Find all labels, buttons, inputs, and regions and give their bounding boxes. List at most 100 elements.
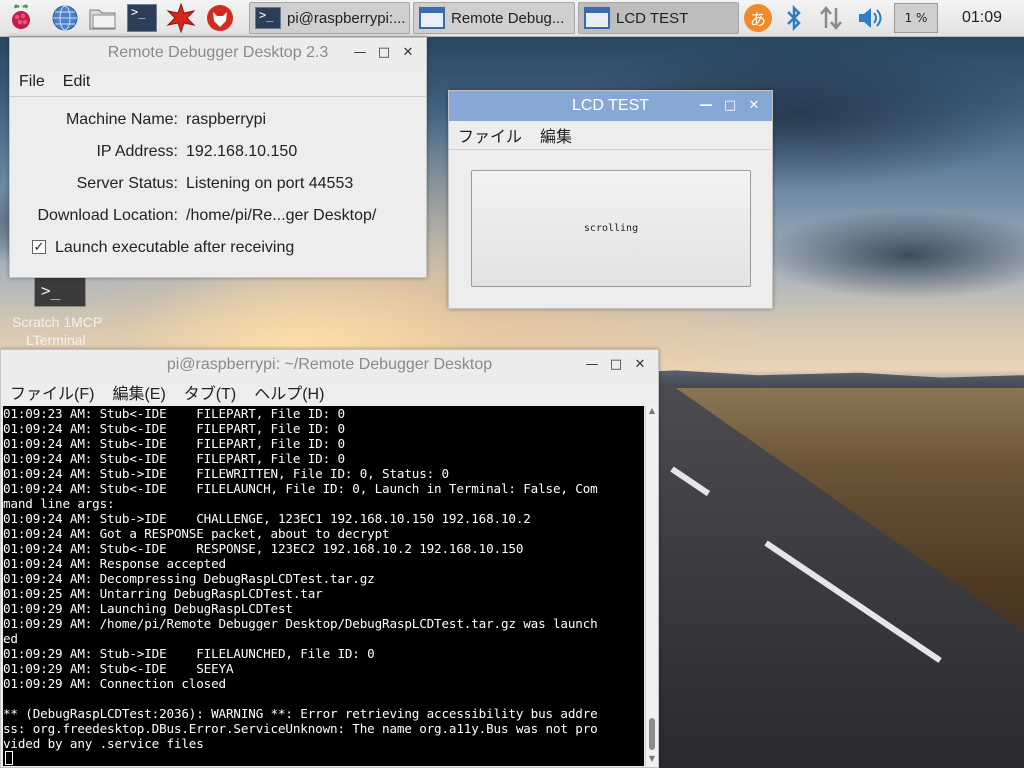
download-location-value: /home/pi/Re...ger Desktop/ — [186, 207, 377, 224]
menu-file[interactable]: ファイル(F) — [1, 380, 103, 404]
ip-address-row: IP Address: 192.168.10.150 — [10, 143, 428, 165]
terminal-line: 01:09:29 AM: Launching DebugRaspLCDTest — [3, 601, 293, 616]
maximize-icon[interactable]: □ — [604, 350, 628, 380]
terminal-line: 01:09:24 AM: Stub<-IDE RESPONSE, 123EC2 … — [3, 541, 524, 556]
wolfram-icon[interactable] — [205, 3, 235, 33]
server-status-value: Listening on port 44553 — [186, 175, 354, 192]
lcd-test-menubar: ファイル 編集 — [449, 121, 772, 150]
cpu-monitor[interactable]: 1 % — [894, 3, 938, 33]
machine-name-value: raspberrypi — [186, 111, 267, 128]
task-lcd-test[interactable]: LCD TEST — [578, 2, 739, 34]
terminal-line: mand line args: — [3, 496, 115, 511]
terminal-titlebar[interactable]: pi@raspberrypi: ~/Remote Debugger Deskto… — [1, 350, 658, 380]
terminal-window: pi@raspberrypi: ~/Remote Debugger Deskto… — [0, 349, 659, 768]
terminal-menubar: ファイル(F) 編集(E) タブ(T) ヘルプ(H) — [1, 378, 658, 406]
launch-checkbox[interactable]: ✓ — [32, 240, 46, 254]
remote-debugger-titlebar[interactable]: Remote Debugger Desktop 2.3 — □ ✕ — [10, 38, 426, 68]
desktop-icon-label: Scratch 1MCP LTerminal — [12, 314, 103, 348]
taskbar: pi@raspberrypi:... Remote Debug... LCD T… — [0, 0, 1024, 37]
window-icon — [419, 7, 445, 29]
field-label: Server Status: — [76, 175, 178, 192]
maximize-icon[interactable]: □ — [718, 91, 742, 121]
file-manager-icon[interactable] — [88, 3, 118, 33]
menu-file[interactable]: ファイル — [449, 123, 531, 147]
terminal-line: ss: org.freedesktop.DBus.Error.ServiceUn… — [3, 721, 598, 736]
terminal-line: 01:09:23 AM: Stub<-IDE FILEPART, File ID… — [3, 406, 345, 421]
menu-tabs[interactable]: タブ(T) — [175, 380, 245, 404]
menu-help[interactable]: ヘルプ(H) — [245, 380, 333, 404]
minimize-icon[interactable]: — — [348, 38, 372, 68]
terminal-line: 01:09:25 AM: Untarring DebugRaspLCDTest.… — [3, 586, 323, 601]
scrolling-button[interactable]: scrolling — [471, 170, 751, 287]
scrolling-button-label: scrolling — [583, 223, 639, 234]
terminal-icon — [255, 7, 281, 29]
input-method-label: あ — [744, 4, 772, 32]
input-method-icon[interactable]: あ — [743, 3, 773, 33]
close-icon[interactable]: ✕ — [742, 91, 766, 121]
terminal-line: 01:09:29 AM: Stub->IDE FILELAUNCHED, Fil… — [3, 646, 375, 661]
window-title: Remote Debugger Desktop 2.3 — [107, 44, 329, 61]
lcd-test-window: LCD TEST — □ ✕ ファイル 編集 scrolling — [448, 90, 773, 309]
web-browser-icon[interactable] — [50, 3, 80, 33]
minimize-icon[interactable]: — — [580, 350, 604, 380]
machine-name-row: Machine Name: raspberrypi — [10, 111, 428, 133]
terminal-line: 01:09:29 AM: Stub<-IDE SEEYA — [3, 661, 234, 676]
scroll-up-icon[interactable]: ▲ — [646, 406, 658, 418]
close-icon[interactable]: ✕ — [396, 38, 420, 68]
field-label: Machine Name: — [65, 111, 178, 128]
desktop-terminal-shortcut-icon[interactable]: >_ — [34, 277, 86, 307]
window-icon — [584, 7, 610, 29]
terminal-line: 01:09:29 AM: Connection closed — [3, 676, 226, 691]
terminal-line: 01:09:29 AM: /home/pi/Remote Debugger De… — [3, 616, 598, 631]
terminal-line: 01:09:24 AM: Response accepted — [3, 556, 226, 571]
volume-icon[interactable] — [855, 3, 885, 33]
download-location-row: Download Location: /home/pi/Re...ger Des… — [10, 207, 428, 229]
task-label: pi@raspberrypi:... — [287, 9, 406, 27]
cpu-usage-label: 1 % — [904, 11, 928, 25]
scroll-down-icon[interactable]: ▼ — [646, 754, 658, 766]
terminal-line: ** (DebugRaspLCDTest:2036): WARNING **: … — [3, 706, 598, 721]
network-icon[interactable] — [816, 3, 846, 33]
task-terminal[interactable]: pi@raspberrypi:... — [249, 2, 410, 34]
remote-debugger-menubar: File Edit — [10, 68, 426, 97]
window-title: pi@raspberrypi: ~/Remote Debugger Deskto… — [166, 356, 493, 373]
close-icon[interactable]: ✕ — [628, 350, 652, 380]
raspberry-menu-icon[interactable] — [6, 3, 36, 33]
lcd-test-titlebar[interactable]: LCD TEST — □ ✕ — [449, 91, 772, 121]
task-label: LCD TEST — [616, 9, 689, 27]
terminal-cursor — [5, 751, 13, 765]
field-label: IP Address: — [96, 143, 178, 160]
launch-checkbox-label[interactable]: Launch executable after receiving — [55, 239, 294, 257]
terminal-line: 01:09:24 AM: Decompressing DebugRaspLCDT… — [3, 571, 375, 586]
terminal-line: ed — [3, 631, 18, 646]
maximize-icon[interactable]: □ — [372, 38, 396, 68]
remote-debugger-window: Remote Debugger Desktop 2.3 — □ ✕ File E… — [9, 37, 427, 278]
mathematica-icon[interactable] — [166, 3, 196, 33]
terminal-scrollbar[interactable]: ▲ ▼ — [645, 406, 658, 766]
menu-file[interactable]: File — [10, 73, 54, 91]
terminal-output[interactable]: 01:09:23 AM: Stub<-IDE FILEPART, File ID… — [3, 406, 644, 766]
terminal-text: 01:09:23 AM: Stub<-IDE FILEPART, File ID… — [3, 406, 644, 766]
terminal-line: 01:09:24 AM: Got a RESPONSE packet, abou… — [3, 526, 390, 541]
task-label: Remote Debug... — [451, 9, 565, 27]
server-status-row: Server Status: Listening on port 44553 — [10, 175, 428, 197]
terminal-line: vided by any .service files — [3, 736, 204, 751]
field-label: Download Location: — [37, 207, 178, 224]
bluetooth-icon[interactable] — [779, 3, 809, 33]
terminal-line: 01:09:24 AM: Stub->IDE FILEWRITTEN, File… — [3, 466, 449, 481]
clock[interactable]: 01:09 — [940, 0, 1024, 36]
terminal-line: 01:09:24 AM: Stub<-IDE FILELAUNCH, File … — [3, 481, 598, 496]
terminal-line: 01:09:24 AM: Stub<-IDE FILEPART, File ID… — [3, 451, 345, 466]
menu-edit[interactable]: 編集(E) — [103, 380, 174, 404]
terminal-icon[interactable] — [127, 3, 157, 33]
terminal-line: 01:09:24 AM: Stub<-IDE FILEPART, File ID… — [3, 436, 345, 451]
menu-edit[interactable]: Edit — [54, 73, 100, 91]
scrollbar-thumb[interactable] — [649, 718, 655, 750]
minimize-icon[interactable]: — — [694, 91, 718, 121]
menu-edit[interactable]: 編集 — [531, 123, 581, 147]
task-remote-debugger[interactable]: Remote Debug... — [413, 2, 575, 34]
terminal-line: 01:09:24 AM: Stub<-IDE FILEPART, File ID… — [3, 421, 345, 436]
terminal-line: 01:09:24 AM: Stub->IDE CHALLENGE, 123EC1… — [3, 511, 531, 526]
